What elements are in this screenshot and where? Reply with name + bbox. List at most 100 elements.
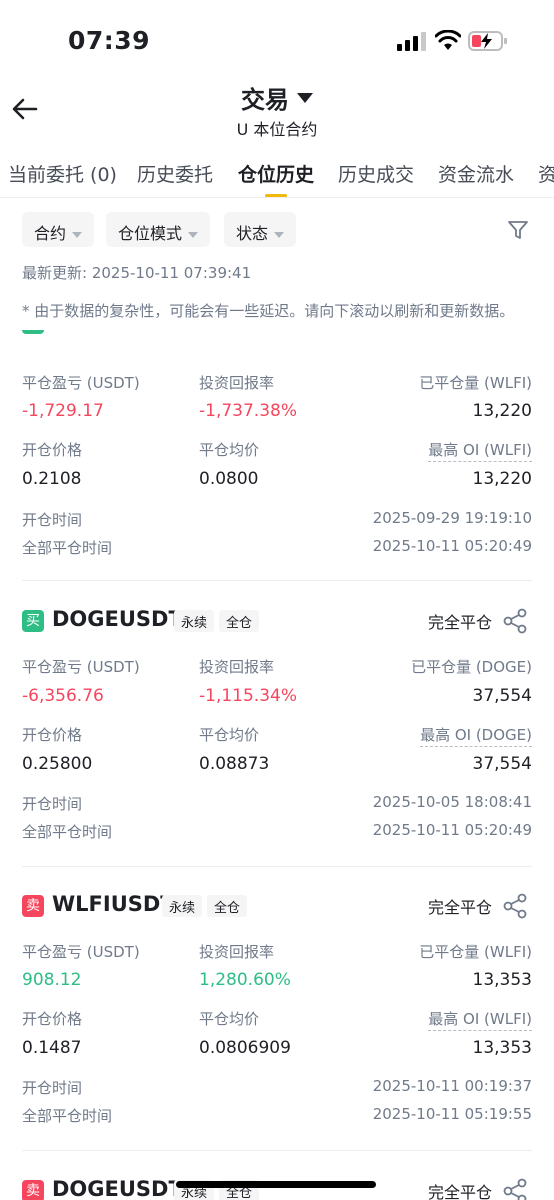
- status-time: 07:39: [68, 26, 151, 55]
- open-time-value: 2025-10-05 18:08:41: [372, 793, 532, 811]
- tab-order-history[interactable]: 历史委托: [137, 160, 213, 187]
- filter-status[interactable]: 状态: [224, 212, 297, 247]
- avg-close-label: 平仓均价: [199, 441, 260, 459]
- page-subtitle: U 本位合约: [236, 120, 318, 139]
- max-oi-label[interactable]: 最高 OI (DOGE): [420, 724, 532, 747]
- max-oi-label[interactable]: 最高 OI (WLFI): [428, 439, 532, 462]
- filter-funnel-icon[interactable]: [506, 218, 530, 242]
- caret-down-icon: [72, 231, 83, 238]
- full-close-time-label: 全部平仓时间: [22, 1107, 113, 1125]
- delay-notice: * 由于数据的复杂性，可能会有一些延迟。请向下滚动以刷新和更新数据。: [22, 302, 515, 320]
- filter-contract[interactable]: 合约: [22, 212, 95, 247]
- max-oi-value: 37,554: [472, 754, 532, 774]
- full-close-time-value: 2025-10-11 05:19:55: [372, 1105, 532, 1123]
- caret-down-icon: [297, 92, 313, 103]
- page-title: 交易: [241, 86, 289, 114]
- battery-charging-icon: [468, 31, 507, 51]
- roi-label: 投资回报率: [199, 658, 275, 676]
- filter-bar: 合约 仓位模式 状态: [0, 212, 554, 248]
- avg-close-label: 平仓均价: [199, 726, 260, 744]
- pnl-label: 平仓盈亏 (USDT): [22, 658, 140, 676]
- open-price-value: 0.25800: [22, 754, 93, 774]
- share-icon[interactable]: [502, 893, 528, 919]
- closed-qty-label: 已平仓量 (DOGE): [411, 658, 532, 676]
- tab-transaction-history[interactable]: 资金流水: [438, 160, 514, 187]
- avg-close-value: 0.08873: [199, 754, 270, 774]
- position-history-list: 平仓盈亏 (USDT) 投资回报率 已平仓量 (WLFI) -1,729.17 …: [0, 330, 554, 1200]
- symbol: WLFIUSDT: [52, 892, 175, 916]
- page-header: 交易 U 本位合约: [0, 80, 554, 148]
- card-header: 买 DOGEUSDT 永续 全仓 完全平仓: [22, 607, 532, 637]
- filter-position-mode[interactable]: 仓位模式: [106, 212, 211, 247]
- open-price-value: 0.1487: [22, 1038, 82, 1058]
- wifi-icon: [435, 30, 461, 50]
- close-status: 完全平仓: [427, 1183, 492, 1200]
- open-time-label: 开仓时间: [22, 511, 83, 529]
- card-divider: [22, 1150, 532, 1151]
- closed-qty-label: 已平仓量 (WLFI): [419, 943, 532, 961]
- full-close-time-value: 2025-10-11 05:20:49: [372, 537, 532, 555]
- full-close-time-label: 全部平仓时间: [22, 823, 113, 841]
- page-title-selector[interactable]: 交易: [0, 80, 554, 115]
- pnl-label: 平仓盈亏 (USDT): [22, 374, 140, 392]
- closed-qty-value: 13,220: [472, 401, 532, 421]
- last-updated-text: 最新更新: 2025-10-11 07:39:41: [22, 264, 252, 282]
- tab-bar: 当前委托 (0) 历史委托 仓位历史 历史成交 资金流水 资: [0, 150, 554, 198]
- symbol: DOGEUSDT: [52, 607, 183, 631]
- tag-cross-margin: 全仓: [219, 610, 260, 632]
- open-time-label: 开仓时间: [22, 795, 83, 813]
- tag-perpetual: 永续: [162, 895, 203, 917]
- side-badge-sell: 卖: [22, 895, 44, 917]
- pnl-value: 908.12: [22, 970, 82, 990]
- side-badge-buy: 买: [22, 610, 44, 632]
- pnl-value: -1,729.17: [22, 401, 104, 421]
- pnl-value: -6,356.76: [22, 686, 104, 706]
- pnl-label: 平仓盈亏 (USDT): [22, 943, 140, 961]
- cellular-signal-icon: [397, 32, 426, 51]
- roi-value: -1,115.34%: [199, 686, 297, 706]
- close-status: 完全平仓: [427, 613, 492, 632]
- open-price-value: 0.2108: [22, 469, 82, 489]
- closed-qty-label: 已平仓量 (WLFI): [419, 374, 532, 392]
- symbol: DOGEUSDT: [52, 1177, 183, 1200]
- open-price-label: 开仓价格: [22, 441, 83, 459]
- tab-trade-history[interactable]: 历史成交: [338, 160, 414, 187]
- filter-contract-label: 合约: [34, 224, 67, 243]
- home-indicator[interactable]: [176, 1181, 376, 1188]
- closed-qty-value: 13,353: [472, 970, 532, 990]
- max-oi-value: 13,353: [472, 1038, 532, 1058]
- roi-label: 投资回报率: [199, 374, 275, 392]
- open-time-value: 2025-10-11 00:19:37: [372, 1077, 532, 1095]
- tab-open-orders[interactable]: 当前委托 (0): [8, 160, 117, 187]
- tag-cross-margin: 全仓: [207, 895, 248, 917]
- open-time-value: 2025-09-29 19:19:10: [372, 509, 532, 527]
- roi-label: 投资回报率: [199, 943, 275, 961]
- open-price-label: 开仓价格: [22, 1010, 83, 1028]
- card-header: 卖 WLFIUSDT 永续 全仓 完全平仓: [22, 892, 532, 922]
- active-tab-indicator: [265, 194, 287, 197]
- filter-position-mode-label: 仓位模式: [118, 224, 183, 243]
- open-price-label: 开仓价格: [22, 726, 83, 744]
- roi-value: 1,280.60%: [199, 970, 291, 990]
- full-close-time-value: 2025-10-11 05:20:49: [372, 821, 532, 839]
- closed-qty-value: 37,554: [472, 686, 532, 706]
- card-divider: [22, 866, 532, 867]
- share-icon[interactable]: [502, 608, 528, 634]
- side-badge-sell: 卖: [22, 1180, 44, 1200]
- max-oi-label[interactable]: 最高 OI (WLFI): [428, 1008, 532, 1031]
- close-status: 完全平仓: [427, 898, 492, 917]
- caret-down-icon: [188, 231, 199, 238]
- tab-more[interactable]: 资: [538, 160, 554, 187]
- max-oi-value: 13,220: [472, 469, 532, 489]
- avg-close-label: 平仓均价: [199, 1010, 260, 1028]
- tag-perpetual: 永续: [174, 610, 215, 632]
- caret-down-icon: [274, 231, 285, 238]
- share-icon[interactable]: [502, 1178, 528, 1200]
- full-close-time-label: 全部平仓时间: [22, 539, 113, 557]
- tab-position-history[interactable]: 仓位历史: [238, 160, 314, 187]
- avg-close-value: 0.0806909: [199, 1038, 291, 1058]
- card-header-partial: [22, 330, 532, 360]
- avg-close-value: 0.0800: [199, 469, 259, 489]
- roi-value: -1,737.38%: [199, 401, 297, 421]
- card-divider: [22, 580, 532, 581]
